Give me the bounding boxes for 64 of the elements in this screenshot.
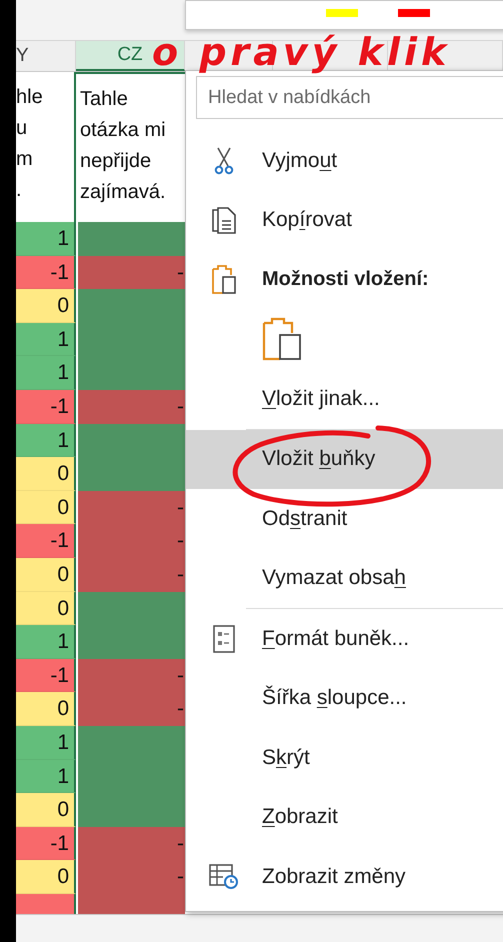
- table-cell: -: [76, 390, 185, 424]
- table-cell: 0: [16, 860, 76, 894]
- column-header[interactable]: Y: [16, 45, 29, 67]
- paste-icon[interactable]: [262, 317, 304, 362]
- menu-item[interactable]: Odstranit: [186, 489, 503, 548]
- table-cell: 1: [16, 760, 76, 794]
- table-cell: 1: [16, 726, 76, 760]
- menu-item-label: Kopírovat: [262, 208, 352, 232]
- menu-item[interactable]: Šířka sloupce...: [186, 668, 503, 728]
- table-cell: 1: [16, 356, 76, 390]
- table-cell: 1: [16, 322, 76, 356]
- table-cell: 1: [16, 424, 76, 458]
- color-swatch-icon[interactable]: [326, 9, 358, 17]
- menu-item-label: Zobrazit: [262, 805, 338, 830]
- sheet-history-icon: [209, 864, 239, 890]
- menu-item-label: Skrýt: [262, 746, 310, 770]
- table-cell: -: [76, 558, 185, 592]
- menu-item-label: Formát buněk...: [262, 626, 410, 651]
- menu-item-label: Odstranit: [262, 506, 348, 531]
- table-cell: 0: [16, 289, 76, 323]
- table-cell: 1: [16, 625, 76, 659]
- menu-item[interactable]: Vyjmout: [186, 131, 503, 190]
- table-cell: -1: [16, 256, 76, 290]
- format-cells-icon: [213, 624, 235, 653]
- scissors-icon: [214, 146, 234, 175]
- table-cell: 0: [16, 457, 76, 491]
- menu-item-label: Vložit jinak...: [262, 386, 380, 411]
- menu-item[interactable]: Zobrazit změny: [186, 847, 503, 906]
- handwritten-note: o pravý klik: [152, 30, 450, 74]
- column-header[interactable]: CZ: [117, 44, 143, 66]
- table-cell: -: [76, 490, 185, 524]
- paste-options-heading: Možnosti vložení:: [262, 268, 429, 292]
- table-cell: -: [76, 826, 185, 860]
- table-cell: 0: [16, 793, 76, 827]
- copy-icon: [211, 206, 237, 234]
- menu-item-label: Šířka sloupce...: [262, 686, 407, 710]
- table-cell: -: [76, 256, 185, 290]
- search-field[interactable]: Hledat v nabídkách: [196, 76, 503, 119]
- table-cell: -: [76, 658, 185, 692]
- table-cell: -: [76, 524, 185, 558]
- table-cell: 0: [16, 692, 76, 726]
- table-cell: -1: [16, 826, 76, 860]
- table-cell: 0: [16, 558, 76, 592]
- table-cell: -: [76, 860, 185, 894]
- clipboard-icon: [211, 264, 237, 295]
- menu-item[interactable]: Kopírovat: [186, 190, 503, 250]
- table-cell: -: [76, 692, 185, 726]
- menu-item[interactable]: Vložit buňky: [186, 430, 503, 489]
- menu-item[interactable]: Vymazat obsah: [186, 548, 503, 608]
- table-cell: 0: [16, 592, 76, 626]
- menu-item-label: Vymazat obsah: [262, 566, 406, 590]
- menu-item-label: Vložit buňky: [262, 447, 376, 472]
- table-cell: -1: [16, 524, 76, 558]
- menu-item[interactable]: Vložit jinak...: [186, 369, 503, 428]
- color-swatch-icon[interactable]: [398, 9, 430, 17]
- table-cell: -1: [16, 658, 76, 692]
- menu-item[interactable]: Zobrazit: [186, 788, 503, 847]
- menu-item[interactable]: Skrýt: [186, 728, 503, 788]
- menu-item[interactable]: Formát buněk...: [186, 609, 503, 668]
- menu-item-label: Zobrazit změny: [262, 864, 406, 889]
- table-cell: -1: [16, 390, 76, 424]
- table-cell: 0: [16, 490, 76, 524]
- table-cell: 1: [16, 222, 76, 256]
- menu-item-label: Vyjmout: [262, 148, 338, 173]
